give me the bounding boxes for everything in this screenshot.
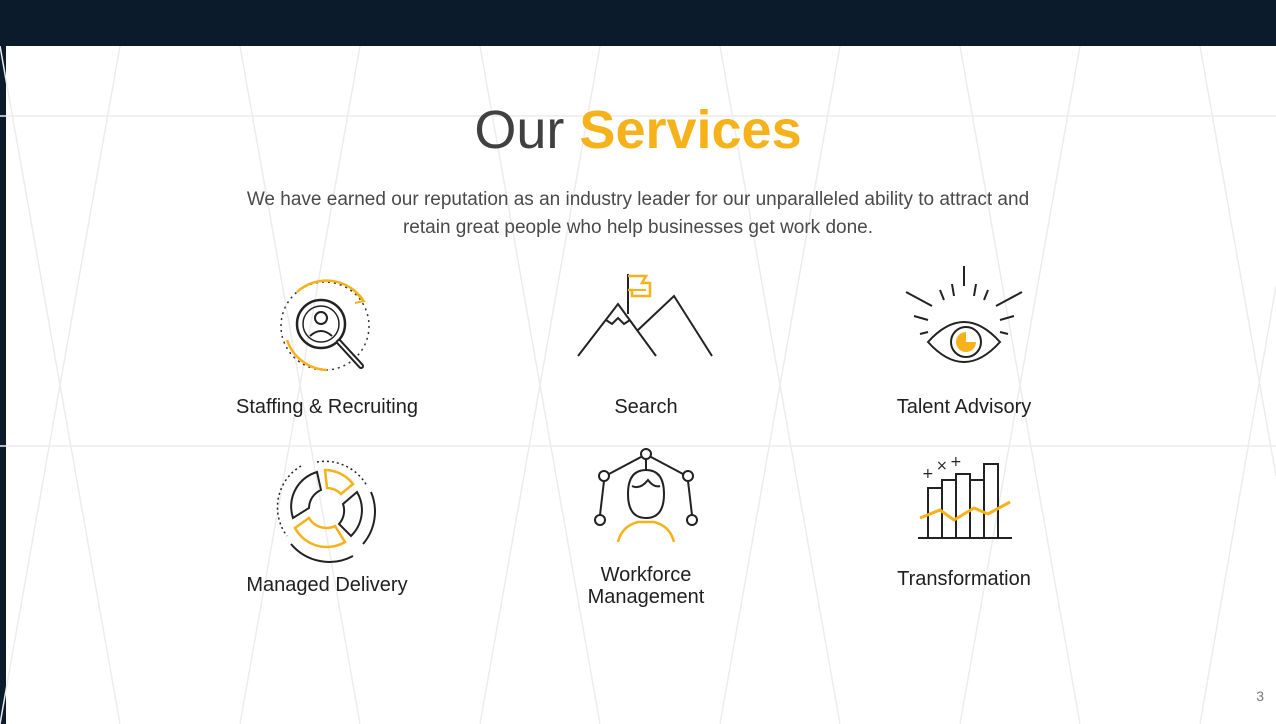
service-label-line2: Management xyxy=(587,586,705,608)
service-label: Search xyxy=(614,396,678,418)
svg-text:+: + xyxy=(922,466,934,482)
service-search: Search xyxy=(516,270,776,418)
service-label-line1: Workforce xyxy=(600,564,692,586)
service-managed-delivery: Managed Delivery xyxy=(197,448,457,596)
service-transformation: + × + Transformation xyxy=(834,452,1094,590)
service-label: Managed Delivery xyxy=(246,574,408,596)
subtitle: We have earned our reputation as an indu… xyxy=(246,189,1030,238)
svg-text:×: × xyxy=(936,458,948,474)
network-person-icon xyxy=(594,448,698,543)
page-number: 3 xyxy=(1256,688,1264,704)
service-label: Transformation xyxy=(897,568,1031,590)
eye-icon xyxy=(905,266,1023,363)
title-prefix: Our xyxy=(474,100,565,160)
service-talent-advisory: Talent Advisory xyxy=(834,262,1094,418)
magnifier-person-icon xyxy=(280,279,370,372)
page-title: Our Services xyxy=(0,100,1276,160)
segmented-cycle-icon xyxy=(276,460,376,563)
svg-text:+: + xyxy=(950,454,962,470)
top-bar xyxy=(0,0,1276,46)
service-label: Talent Advisory xyxy=(896,396,1032,418)
growth-chart-icon: + × + xyxy=(918,454,1012,539)
service-staffing-recruiting: Staffing & Recruiting xyxy=(197,270,457,418)
title-highlight: Services xyxy=(579,100,802,160)
service-label: Workforce Management xyxy=(516,564,776,608)
service-workforce-management: Workforce Management xyxy=(516,446,776,608)
slide: Our Services We have earned our reputati… xyxy=(0,0,1276,724)
mountain-flag-icon xyxy=(577,274,713,357)
service-label: Staffing & Recruiting xyxy=(236,396,418,418)
